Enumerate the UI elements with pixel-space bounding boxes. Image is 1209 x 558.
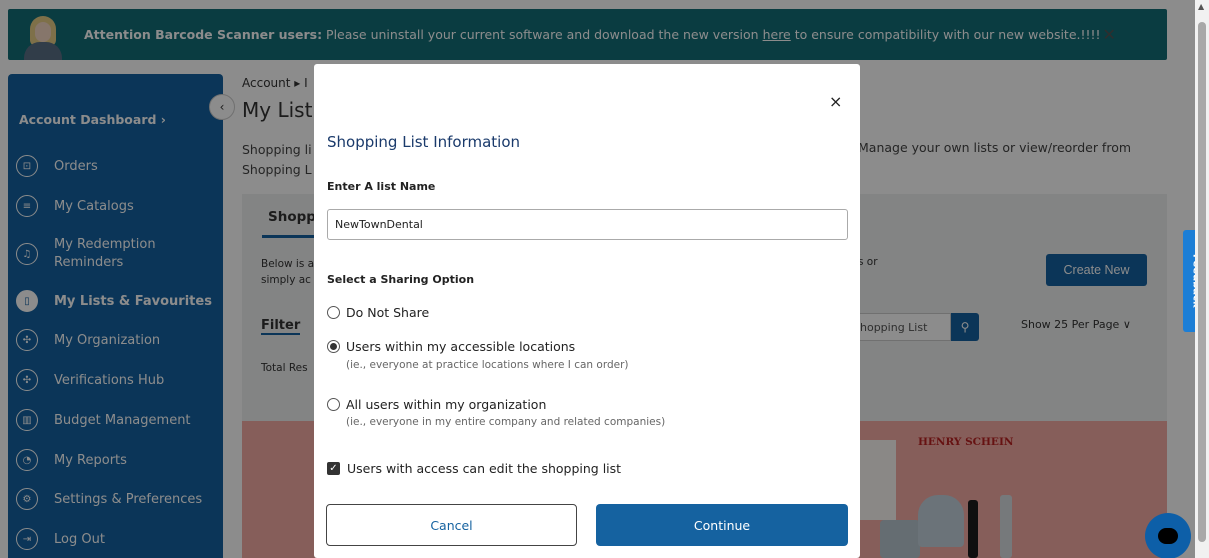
radio-button[interactable] [327,306,340,319]
radio-button[interactable] [327,340,340,353]
checkbox-checked-icon[interactable]: ✓ [327,462,340,475]
page-scrollbar[interactable]: ▲ [1195,0,1209,558]
modal-title: Shopping List Information [327,133,521,151]
cancel-button[interactable]: Cancel [326,504,577,546]
radio-label: Users within my accessible locations [346,339,576,354]
chat-button[interactable] [1145,513,1191,558]
checkbox-label: Users with access can edit the shopping … [347,461,622,476]
scroll-up-icon[interactable]: ▲ [1198,2,1204,11]
radio-entire-organization[interactable]: All users within my organization [327,397,546,412]
radio-hint: (ie., everyone in my entire company and … [346,416,666,428]
list-name-input[interactable] [327,209,848,240]
scrollbar-thumb[interactable] [1198,22,1206,542]
radio-hint: (ie., everyone at practice locations whe… [346,359,629,371]
continue-button[interactable]: Continue [596,504,848,546]
edit-access-checkbox[interactable]: ✓ Users with access can edit the shoppin… [327,461,621,476]
radio-accessible-locations[interactable]: Users within my accessible locations [327,339,575,354]
radio-button[interactable] [327,398,340,411]
list-name-label: Enter A list Name [327,180,436,193]
radio-label: Do Not Share [346,305,430,320]
radio-do-not-share[interactable]: Do Not Share [327,305,429,320]
radio-label: All users within my organization [346,397,547,412]
chat-bubble-icon [1158,528,1178,544]
close-icon[interactable]: × [829,92,842,111]
sharing-option-label: Select a Sharing Option [327,273,475,286]
